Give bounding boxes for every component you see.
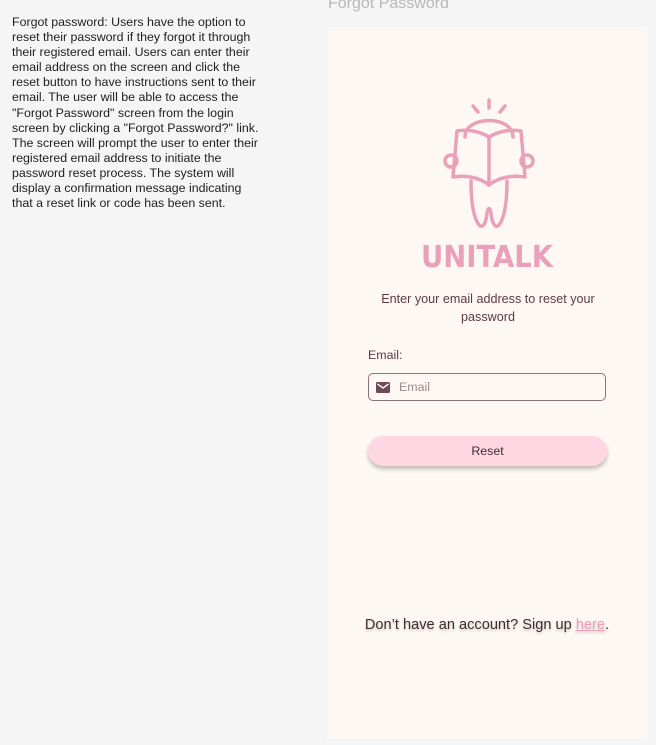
reading-tooth-mascot-icon bbox=[443, 98, 535, 228]
signup-link[interactable]: here bbox=[576, 617, 605, 633]
email-field[interactable] bbox=[368, 373, 606, 401]
feature-description: Forgot password: Users have the option t… bbox=[12, 15, 259, 211]
signup-suffix: . bbox=[605, 617, 610, 633]
forgot-password-screen: UNITALK Enter your email address to rese… bbox=[327, 27, 647, 739]
mail-icon bbox=[376, 381, 390, 393]
reset-button[interactable]: Reset bbox=[368, 436, 607, 466]
signup-prefix: Don’t have an account? Sign up bbox=[364, 617, 576, 633]
unitalk-wordmark: UNITALK bbox=[421, 240, 555, 273]
signup-prompt: Don’t have an account? Sign up here. bbox=[327, 617, 647, 633]
email-label: Email: bbox=[368, 348, 403, 362]
reset-instructions: Enter your email address to reset your p… bbox=[381, 292, 595, 324]
frame-title: Forgot Password bbox=[328, 0, 449, 12]
wordmark-text: UNITALK bbox=[421, 240, 555, 273]
email-input[interactable] bbox=[399, 380, 589, 394]
